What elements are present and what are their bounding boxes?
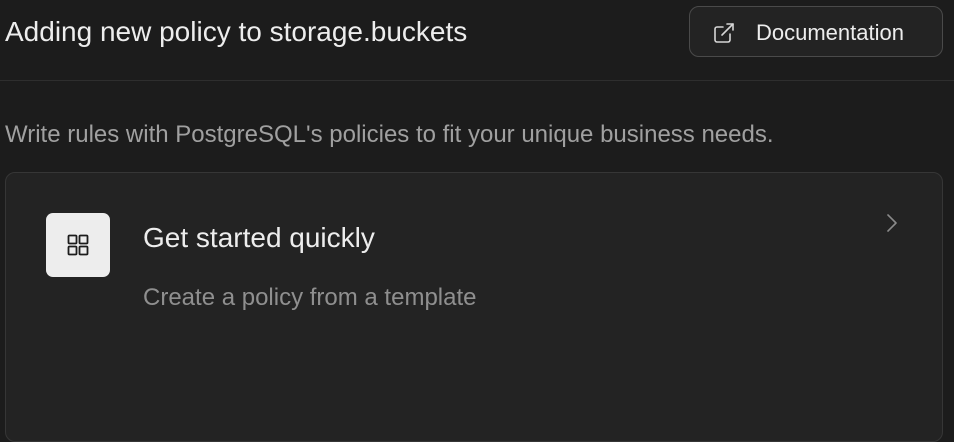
documentation-button-label: Documentation — [756, 20, 904, 45]
panel-header: Adding new policy to storage.buckets Doc… — [0, 0, 954, 81]
chevron-right-icon — [887, 214, 897, 232]
page-title: Adding new policy to storage.buckets — [5, 16, 468, 47]
policy-description: Write rules with PostgreSQL's policies t… — [5, 121, 774, 148]
card-subtitle: Create a policy from a template — [143, 284, 477, 311]
grid-icon — [67, 234, 89, 256]
get-started-template-card[interactable]: Get started quickly Create a policy from… — [5, 172, 943, 442]
external-link-icon — [712, 21, 736, 45]
card-title: Get started quickly — [143, 222, 375, 253]
template-icon-box — [46, 213, 110, 277]
documentation-button[interactable]: Documentation — [689, 6, 943, 57]
